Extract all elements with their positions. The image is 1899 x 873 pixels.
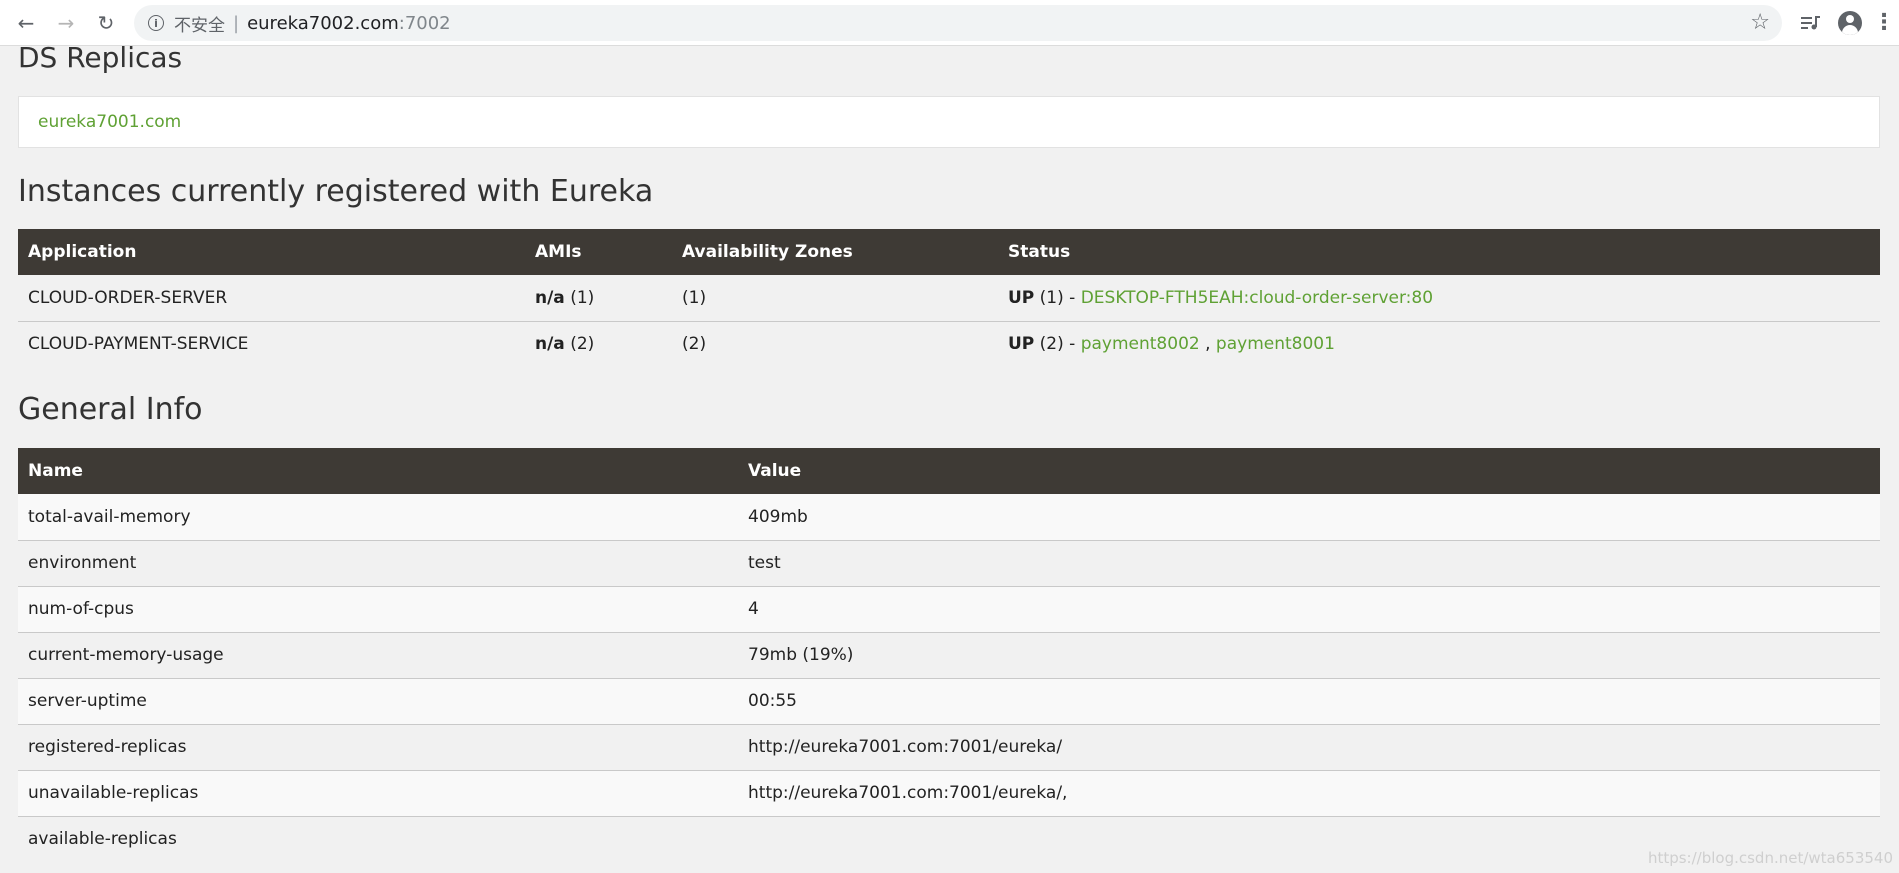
info-value: 79mb (19%)	[738, 631, 1880, 678]
info-value: test	[738, 539, 1880, 586]
table-row: CLOUD-ORDER-SERVER n/a (1) (1) UP (1) - …	[18, 275, 1880, 321]
link-separator: ,	[1199, 334, 1216, 355]
instance-link[interactable]: DESKTOP-FTH5EAH:cloud-order-server:80	[1081, 288, 1433, 308]
back-icon[interactable]: ←	[12, 9, 40, 37]
amis-cell: n/a (1)	[525, 275, 672, 321]
info-name: unavailable-replicas	[18, 769, 738, 816]
info-name: registered-replicas	[18, 723, 738, 770]
table-row: unavailable-replicas http://eureka7001.co…	[18, 769, 1880, 816]
table-row: environment test	[18, 539, 1880, 586]
application-name: CLOUD-ORDER-SERVER	[18, 275, 525, 321]
column-header-application: Application	[18, 229, 525, 275]
browser-toolbar: ← → ↻ i 不安全 | eureka7002.com:7002 ☆ ⋮	[0, 0, 1899, 46]
security-label: 不安全	[174, 15, 225, 36]
info-name: server-uptime	[18, 677, 738, 724]
general-info-table: Name Value total-avail-memory 409mb envir…	[18, 448, 1880, 862]
info-value: http://eureka7001.com:7001/eureka/	[738, 723, 1880, 770]
zones-cell: (1)	[672, 275, 998, 321]
status-state: UP	[1008, 287, 1035, 308]
reading-list-icon[interactable]	[1797, 9, 1825, 37]
info-value: 409mb	[738, 494, 1880, 540]
replica-link[interactable]: eureka7001.com	[38, 112, 181, 132]
reload-icon[interactable]: ↻	[92, 9, 120, 37]
menu-dots-icon[interactable]: ⋮	[1870, 9, 1898, 37]
table-header-row: Name Value	[18, 448, 1880, 494]
info-value: 4	[738, 585, 1880, 632]
forward-icon[interactable]: →	[52, 9, 80, 37]
status-cell: UP (2) - payment8002 , payment8001	[998, 320, 1880, 367]
info-name: available-replicas	[18, 815, 738, 862]
info-name: current-memory-usage	[18, 631, 738, 678]
column-header-status: Status	[998, 229, 1880, 275]
url-host: eureka7002.com	[247, 12, 399, 34]
table-header-row: Application AMIs Availability Zones Stat…	[18, 229, 1880, 275]
table-row: total-avail-memory 409mb	[18, 494, 1880, 540]
amis-value: n/a	[535, 287, 565, 308]
table-row: num-of-cpus 4	[18, 585, 1880, 632]
table-row: registered-replicas http://eureka7001.com…	[18, 723, 1880, 770]
instance-link[interactable]: payment8001	[1216, 334, 1335, 354]
application-name: CLOUD-PAYMENT-SERVICE	[18, 320, 525, 367]
column-header-amis: AMIs	[525, 229, 672, 275]
status-count: (2) -	[1034, 334, 1081, 355]
table-row: available-replicas	[18, 815, 1880, 862]
address-separator: |	[233, 12, 240, 34]
info-name: environment	[18, 539, 738, 586]
info-value: http://eureka7001.com:7001/eureka/,	[738, 769, 1880, 816]
watermark: https://blog.csdn.net/wta653540	[1647, 849, 1893, 867]
address-bar[interactable]: i 不安全 | eureka7002.com:7002 ☆	[134, 5, 1782, 41]
info-name: num-of-cpus	[18, 585, 738, 632]
column-header-availability-zones: Availability Zones	[672, 229, 998, 275]
column-header-value: Value	[738, 448, 1880, 494]
instance-link[interactable]: payment8002	[1081, 334, 1200, 354]
info-value: 00:55	[738, 677, 1880, 724]
profile-avatar-icon[interactable]	[1836, 9, 1864, 37]
info-icon[interactable]: i	[148, 15, 164, 31]
status-state: UP	[1008, 334, 1035, 355]
amis-count: (1)	[564, 287, 595, 308]
ds-replicas-list: eureka7001.com	[18, 96, 1880, 148]
table-row: server-uptime 00:55	[18, 677, 1880, 724]
column-header-name: Name	[18, 448, 738, 494]
amis-cell: n/a (2)	[525, 320, 672, 367]
table-row: current-memory-usage 79mb (19%)	[18, 631, 1880, 678]
general-info-heading: General Info	[18, 392, 203, 427]
zones-cell: (2)	[672, 320, 998, 367]
instances-table: Application AMIs Availability Zones Stat…	[18, 229, 1880, 367]
bookmark-star-icon[interactable]: ☆	[1750, 10, 1770, 35]
table-row: CLOUD-PAYMENT-SERVICE n/a (2) (2) UP (2)…	[18, 320, 1880, 367]
info-name: total-avail-memory	[18, 494, 738, 540]
status-cell: UP (1) - DESKTOP-FTH5EAH:cloud-order-ser…	[998, 275, 1880, 321]
ds-replicas-heading: DS Replicas	[18, 41, 183, 74]
status-count: (1) -	[1034, 287, 1081, 308]
amis-value: n/a	[535, 334, 565, 355]
amis-count: (2)	[564, 334, 595, 355]
instances-heading: Instances currently registered with Eure…	[18, 174, 654, 209]
url-port: :7002	[398, 12, 451, 34]
